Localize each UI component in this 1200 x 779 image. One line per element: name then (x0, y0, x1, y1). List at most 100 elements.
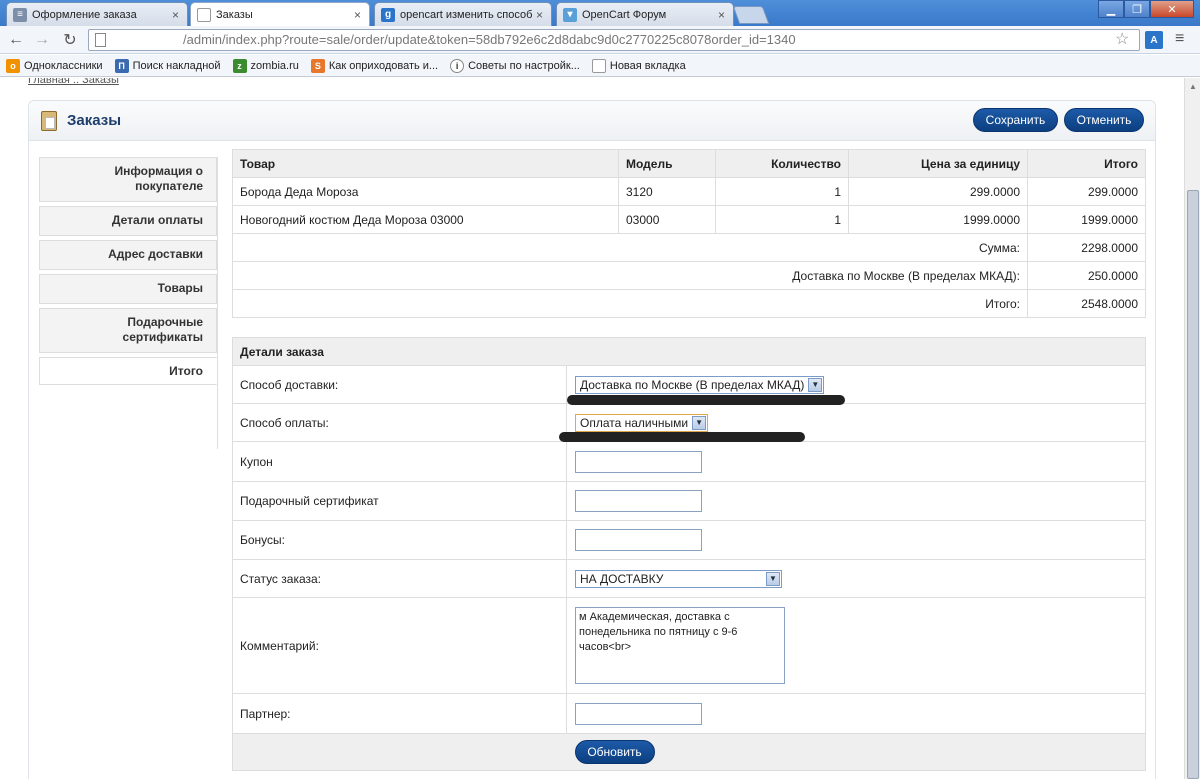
url-text: /admin/index.php?route=sale/order/update… (183, 32, 796, 47)
sidebar-item-shipping[interactable]: Адрес доставки (39, 240, 217, 270)
order-status-value: НА ДОСТАВКУ (580, 571, 664, 586)
column-header: Товар (232, 149, 619, 178)
sidebar-item-products[interactable]: Товары (39, 274, 217, 304)
order-status-select[interactable]: НА ДОСТАВКУ ▼ (575, 569, 782, 588)
shipping-method-value: Доставка по Москве (В пределах МКАД) (580, 377, 805, 392)
affiliate-label: Партнер: (232, 693, 567, 734)
product-price: 1999.0000 (848, 205, 1028, 234)
shipping-method-select[interactable]: Доставка по Москве (В пределах МКАД) ▼ (575, 375, 825, 394)
product-model: 3120 (618, 177, 716, 206)
product-quantity: 1 (715, 177, 849, 206)
sidebar-item-totals[interactable]: Итого (39, 357, 217, 385)
window-controls: ▁ ❐ ✕ (1098, 0, 1194, 18)
browser-toolbar: ← → ↻ /admin/index.php?route=sale/order/… (0, 26, 1200, 54)
close-icon[interactable]: × (172, 8, 179, 22)
comment-textarea[interactable]: м Академическая, доставка с понедельника… (575, 607, 785, 684)
breadcrumb[interactable]: Главная :: Заказы (28, 78, 119, 86)
close-icon[interactable]: × (354, 8, 361, 22)
new-tab-button[interactable] (732, 6, 770, 24)
shipping-method-label: Способ доставки: (232, 365, 567, 404)
forward-icon[interactable]: → (32, 30, 52, 50)
scrollbar-thumb[interactable] (1187, 190, 1199, 779)
clipboard-icon (41, 111, 57, 131)
tab-opencart-forum[interactable]: ▾ OpenCart Форум × (556, 2, 734, 26)
zombia-icon: z (232, 58, 247, 73)
forum-icon: ▾ (563, 7, 577, 22)
page-content: Главная :: Заказы Заказы Сохранить Отмен… (0, 78, 1184, 779)
browser-tab-bar: ≡ Оформление заказа × Заказы × g opencar… (0, 0, 1200, 26)
payment-method-select[interactable]: Оплата наличными ▼ (575, 413, 709, 432)
order-sections-nav: Информация о покупателе Детали оплаты Ад… (39, 157, 217, 389)
tab-title: Заказы (216, 8, 253, 21)
column-header: Количество (715, 149, 849, 178)
google-icon: g (381, 7, 395, 22)
column-header: Цена за единицу (848, 149, 1028, 178)
back-icon[interactable]: ← (6, 30, 26, 50)
chevron-down-icon: ▼ (808, 377, 823, 392)
tab-google-search[interactable]: g opencart изменить способ д × (374, 2, 552, 26)
link-icon: S (310, 58, 325, 73)
menu-icon[interactable]: ≡ (1175, 30, 1184, 48)
bookmark-odnoklassniki[interactable]: о Одноклассники (6, 58, 103, 73)
coupon-label: Купон (232, 441, 567, 482)
bookmark-star-icon[interactable]: ☆ (1115, 29, 1129, 49)
product-total: 1999.0000 (1027, 205, 1146, 234)
bookmark-tips[interactable]: i Советы по настройк... (450, 58, 580, 73)
totals-value: 250.0000 (1027, 261, 1146, 290)
cancel-button[interactable]: Отменить (1064, 108, 1144, 132)
sidebar-item-vouchers[interactable]: Подарочные сертификаты (39, 308, 217, 353)
info-icon: i (450, 58, 465, 73)
section-header-row: Детали заказа (232, 337, 1146, 366)
form-row: Статус заказа: НА ДОСТАВКУ ▼ (232, 559, 1146, 598)
bookmark-label: Поиск накладной (132, 59, 221, 72)
coupon-input[interactable] (575, 450, 702, 473)
totals-row: Сумма: 2298.0000 (232, 233, 1146, 262)
orders-box: Заказы Сохранить Отменить Информация о п… (28, 100, 1156, 779)
chevron-down-icon: ▼ (692, 415, 707, 430)
product-price: 299.0000 (848, 177, 1028, 206)
reward-label: Бонусы: (232, 520, 567, 560)
sidebar-item-payment[interactable]: Детали оплаты (39, 206, 217, 236)
form-row: Подарочный сертификат (232, 481, 1146, 521)
address-bar[interactable]: /admin/index.php?route=sale/order/update… (88, 29, 1140, 51)
totals-label: Итого: (232, 289, 1028, 318)
tab-orders[interactable]: Заказы × (190, 2, 370, 26)
affiliate-input[interactable] (575, 702, 702, 725)
comment-label: Комментарий: (232, 597, 567, 694)
form-row: Партнер: (232, 693, 1146, 734)
reload-icon[interactable]: ↻ (60, 30, 80, 50)
voucher-label: Подарочный сертификат (232, 481, 567, 521)
redaction-mark (567, 395, 845, 405)
page-icon (591, 58, 606, 73)
vertical-scrollbar[interactable]: ▲ (1184, 78, 1200, 779)
restore-icon[interactable]: ❐ (1124, 0, 1150, 18)
payment-method-value: Оплата наличными (580, 415, 689, 430)
bookmark-label: Новая вкладка (609, 59, 686, 72)
save-button[interactable]: Сохранить (973, 108, 1058, 132)
bookmark-new-tab[interactable]: Новая вкладка (591, 58, 686, 73)
translate-icon[interactable]: A (1145, 31, 1163, 49)
update-button[interactable]: Обновить (574, 740, 655, 764)
sidebar-item-customer[interactable]: Информация о покупателе (39, 157, 217, 202)
scroll-up-icon[interactable]: ▲ (1188, 82, 1198, 92)
bookmarks-bar: о Одноклассники П Поиск накладной z zomb… (0, 55, 1200, 77)
bookmark-search-waybill[interactable]: П Поиск накладной (114, 58, 221, 73)
minimize-icon[interactable]: ▁ (1098, 0, 1124, 18)
bookmark-label: Советы по настройк... (468, 59, 580, 72)
products-table: Товар Модель Количество Цена за единицу … (232, 149, 1146, 318)
reward-input[interactable] (575, 529, 702, 551)
close-icon[interactable]: × (536, 8, 543, 22)
bookmark-how-to[interactable]: S Как оприходовать и... (310, 58, 438, 73)
product-name: Борода Деда Мороза (232, 177, 619, 206)
close-icon[interactable]: × (718, 8, 725, 22)
bookmark-zombia[interactable]: z zombia.ru (232, 58, 299, 73)
redaction-mark (559, 432, 805, 442)
window-close-icon[interactable]: ✕ (1150, 0, 1194, 18)
voucher-input[interactable] (575, 490, 702, 512)
tab-order-checkout[interactable]: ≡ Оформление заказа × (6, 2, 188, 26)
table-header-row: Товар Модель Количество Цена за единицу … (232, 149, 1146, 178)
table-row: Новогодний костюм Деда Мороза 03000 0300… (232, 205, 1146, 234)
totals-row: Доставка по Москве (В пределах МКАД): 25… (232, 261, 1146, 290)
tab-title: Оформление заказа (32, 8, 137, 21)
form-row: Купон (232, 441, 1146, 482)
